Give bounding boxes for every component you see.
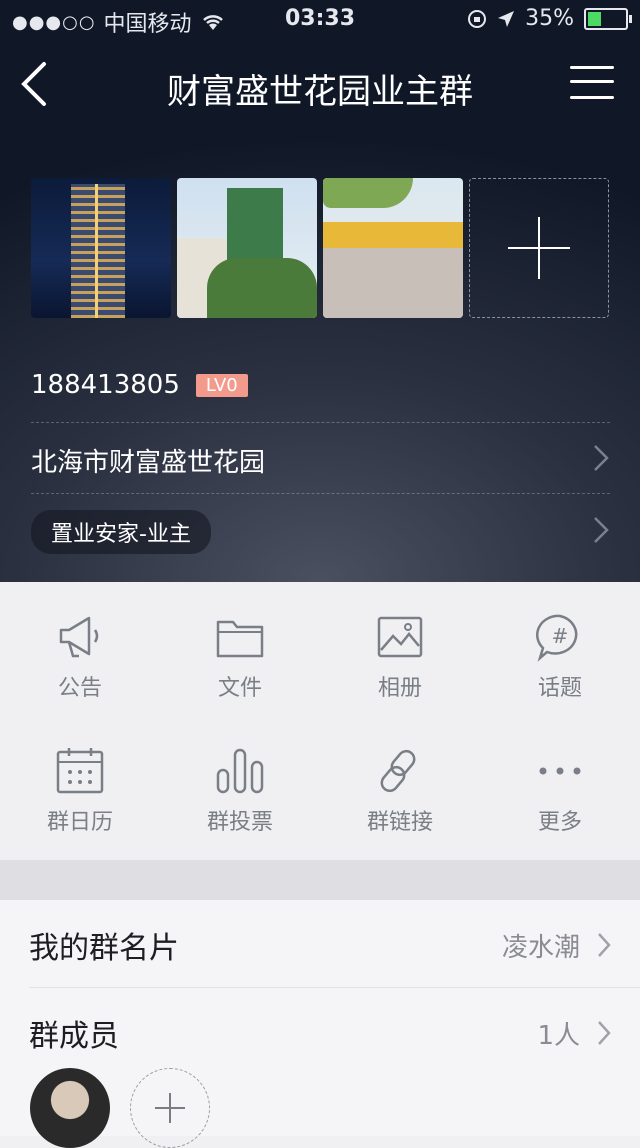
feature-grid: 公告 文件 相册 # 话题 群日历 群投票 群链接 更多 <box>0 582 640 860</box>
feature-label: 更多 <box>537 810 582 835</box>
group-photo[interactable] <box>323 178 463 318</box>
vote-icon <box>216 748 264 794</box>
folder-icon <box>216 620 264 658</box>
feature-label: 群投票 <box>206 810 273 835</box>
megaphone-icon <box>59 616 99 658</box>
chevron-right-icon <box>592 443 610 477</box>
group-link-button[interactable]: 群链接 <box>320 746 480 876</box>
menu-button[interactable] <box>570 62 614 102</box>
feature-label: 相册 <box>377 676 422 701</box>
chevron-right-icon <box>598 1021 611 1045</box>
album-icon <box>377 616 423 658</box>
calendar-icon <box>56 748 104 794</box>
group-id-row: 188413805 LV0 <box>31 370 248 400</box>
chevron-right-icon <box>592 515 610 549</box>
divider <box>31 422 610 423</box>
feature-label: 文件 <box>217 676 262 701</box>
add-member-button[interactable] <box>130 1068 210 1148</box>
battery-percent: 35% <box>525 6 574 31</box>
link-icon <box>380 749 416 793</box>
calendar-button[interactable]: 群日历 <box>0 746 160 876</box>
battery-icon <box>584 7 632 30</box>
navigation-bar: 财富盛世花园业主群 <box>0 44 640 128</box>
level-badge: LV0 <box>195 373 248 397</box>
my-group-card-row[interactable]: 我的群名片 凌水潮 <box>29 922 612 968</box>
status-bar: ●●●○○ 中国移动 03:33 35% <box>0 0 640 40</box>
album-button[interactable]: 相册 <box>320 612 480 742</box>
more-button[interactable]: 更多 <box>480 746 640 876</box>
feature-label: 话题 <box>537 676 582 701</box>
group-photo-strip <box>31 178 609 318</box>
divider <box>31 493 610 494</box>
avatar[interactable] <box>30 1068 110 1148</box>
files-button[interactable]: 文件 <box>160 612 320 742</box>
vote-button[interactable]: 群投票 <box>160 746 320 876</box>
group-number: 188413805 <box>31 370 180 400</box>
location-arrow-icon <box>498 10 515 27</box>
group-photo[interactable] <box>31 178 171 318</box>
group-members-row[interactable]: 群成员 1人 <box>29 1010 612 1056</box>
group-members-label: 群成员 <box>29 1019 119 1054</box>
my-group-card-value: 凌水潮 <box>501 932 580 963</box>
orientation-lock-icon <box>468 9 487 28</box>
more-icon <box>539 767 581 775</box>
chevron-right-icon <box>598 933 611 957</box>
svg-text:#: # <box>552 624 569 648</box>
group-category-row[interactable]: 置业安家-业主 <box>31 510 610 554</box>
topic-icon: # <box>536 614 578 662</box>
group-header: ●●●○○ 中国移动 03:33 35% 财富盛世花园业主群 188413805… <box>0 0 640 582</box>
group-members-count: 1人 <box>537 1020 580 1051</box>
feature-label: 群链接 <box>366 810 433 835</box>
page-title: 财富盛世花园业主群 <box>167 72 473 112</box>
announcement-button[interactable]: 公告 <box>0 612 160 742</box>
group-category-tag: 置业安家-业主 <box>31 510 211 554</box>
divider <box>29 987 640 988</box>
feature-label: 群日历 <box>46 810 113 835</box>
group-location: 北海市财富盛世花园 <box>31 447 266 478</box>
feature-label: 公告 <box>57 676 102 701</box>
group-location-row[interactable]: 北海市财富盛世花园 <box>31 440 610 480</box>
section-separator <box>0 860 640 900</box>
add-photo-button[interactable] <box>469 178 609 318</box>
my-group-card-label: 我的群名片 <box>29 931 179 966</box>
group-photo[interactable] <box>177 178 317 318</box>
topic-button[interactable]: # 话题 <box>480 612 640 742</box>
